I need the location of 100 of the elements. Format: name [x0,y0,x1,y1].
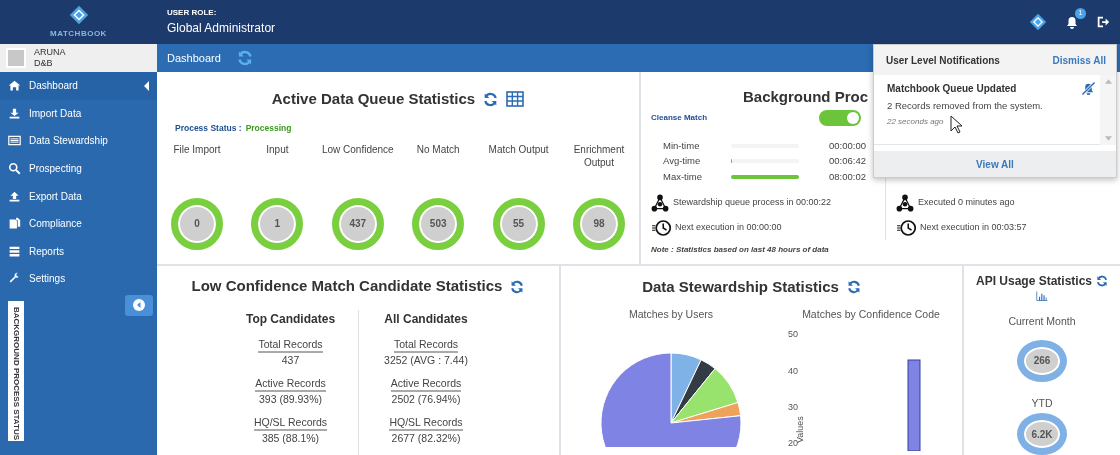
notification-text: 2 Records removed from the system. [887,99,1043,113]
refresh-icon[interactable] [1096,275,1108,287]
axis-title: Values [795,415,805,443]
clock-icon [896,218,916,237]
process-name: Cleanse Match [651,112,708,124]
notification-time: 22 seconds ago [887,116,944,129]
user-organization: D&B [34,58,54,69]
time-label: Max-time [663,169,704,184]
clock-icon [651,218,671,237]
table-icon[interactable] [506,91,525,107]
axis-tick-label: 30 [788,401,798,412]
count-ring: 55 [492,197,545,250]
count-ring: 266 [1017,339,1067,382]
time-value: 08:00:02 [829,169,866,184]
panel-title: API Usage Statistics [975,273,1092,290]
role-name: Global Administrator [167,20,276,37]
axis-tick-label: 40 [788,365,798,376]
time-value: 00:00:00 [829,138,866,153]
stat-value: 385 (88.1%) [261,430,320,446]
search-icon [8,162,21,176]
axis-tick-label: 50 [788,329,798,340]
stat-label: Total Records [258,338,323,354]
count-ring: 1 [251,197,304,250]
refresh-icon[interactable] [846,280,861,294]
toggle-switch[interactable] [819,110,861,126]
sidebar-item[interactable]: Reports [0,237,157,266]
mouse-pointer-icon [950,115,964,135]
count-ring: 6.2K [1017,413,1067,455]
refresh-icon[interactable] [510,279,525,294]
chart-title: Matches by Users [629,307,713,322]
bar-chart-icon[interactable] [1036,290,1048,302]
stat-label: Match Output [488,142,549,157]
stat-label: Active Records [390,376,462,392]
count-ring: 98 [572,197,625,250]
bell-slash-icon[interactable] [1081,81,1096,96]
sidebar-item[interactable]: Import Data [0,99,157,128]
time-value: 00:06:42 [829,154,866,169]
logout-icon[interactable] [1096,15,1110,29]
logo-icon[interactable] [1028,13,1048,31]
time-label: Avg-time [663,154,702,169]
stat-value: 2502 (76.94%) [391,392,461,407]
column-heading: Top Candidates [245,311,336,328]
stat-value: 3252 (AVG : 7.44) [384,353,468,369]
stat-label: HQ/SL Records [253,415,328,431]
stat-label: File Import [173,142,221,157]
stat-label: Active Records [255,376,326,392]
role-label: USER ROLE: [167,7,218,19]
network-icon [651,193,669,212]
vertical-tab[interactable]: BACKGROUND PROCESS STATUS [8,300,24,441]
count-ring: 503 [412,197,465,250]
arrow-left-icon [133,299,145,312]
stat-label: Enrichment Output [572,142,626,170]
info-text: Next execution in 00:03:57 [920,220,1027,234]
network-icon [896,193,914,212]
sidebar-item[interactable]: Data Stewardship [0,127,157,155]
download-tray-icon [8,106,21,120]
collapse-button[interactable] [125,294,153,316]
bell-icon[interactable] [1064,14,1080,30]
stat-label: Low Confidence [321,142,394,157]
panel-title: Low Confidence Match Candidate Statistics [191,276,503,297]
stat-value: 393 (89.93%) [258,392,322,407]
count-ring: 437 [331,197,384,250]
count-ring: 0 [171,197,223,250]
user-name: ARUNA [34,47,66,58]
status-value: Processing [245,122,292,135]
stat-label: HQ/SL Records [389,415,463,431]
logo-text: MATCHBOOK [50,28,107,40]
panel-title: Data Stewardship Statistics [642,276,839,297]
view-all-link[interactable]: View All [976,156,1014,172]
note-text: Note : Statistics based on last 48 hours of data [650,244,829,256]
caret-icon [143,80,149,91]
stat-label: YTD [1031,395,1053,411]
axis-tick-label: 20 [788,438,798,448]
dismiss-all-link[interactable]: Dismiss All [1052,52,1106,68]
info-text: Stewardship queue process in 00:00:22 [673,195,832,209]
panel-title: Active Data Queue Statistics [271,88,476,109]
sidebar-item[interactable]: Prospecting [0,154,157,183]
refresh-icon[interactable] [483,91,499,107]
house-icon [8,79,21,93]
sidebar-item[interactable]: Export Data [0,182,157,210]
column-heading: All Candidates [384,311,468,328]
stat-value: 437 [281,353,300,369]
status-label: Process Status : [175,122,242,135]
stat-value: 2677 (82.32%) [391,430,461,446]
dropdown-title: User Level Notifications [886,53,1000,68]
sidebar-item[interactable]: Compliance [0,209,157,238]
page-title: Dashboard [167,50,221,66]
document-icon [8,217,21,231]
upload-tray-icon [8,189,21,203]
info-text: Next execution in 00:00:00 [675,220,782,234]
logo-icon [67,4,90,26]
avatar-placeholder [6,48,26,68]
chart-title: Matches by Confidence Code [802,307,940,322]
panel-title: Background Proc [742,87,869,107]
stat-label: Current Month [1008,314,1076,329]
sidebar-item[interactable]: Dashboard [0,72,157,100]
sidebar-item[interactable]: Settings [0,265,157,293]
info-text: Executed 0 minutes ago [918,195,1015,209]
list-icon [8,244,21,258]
time-label: Min-time [663,138,701,153]
